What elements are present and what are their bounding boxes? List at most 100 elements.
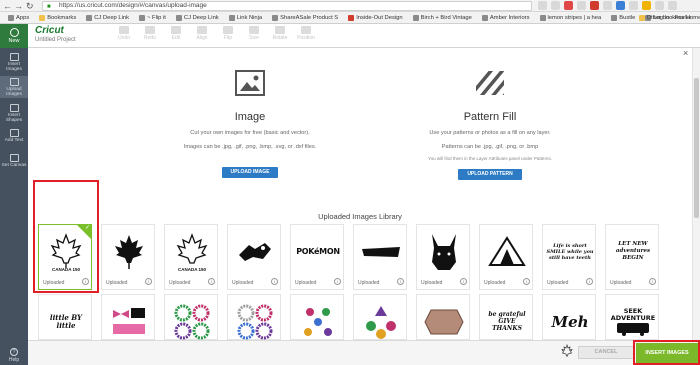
cricut-logo: Cricut: [35, 25, 64, 36]
library-item[interactable]: [416, 294, 470, 340]
library-item[interactable]: Uploaded i: [353, 224, 407, 290]
extension-icon[interactable]: [616, 1, 625, 10]
bookmark-item[interactable]: Amber Interiors: [477, 12, 535, 24]
bookmark-item[interactable]: Apps: [3, 12, 34, 24]
sidebar-item-upload-images[interactable]: Upload Images: [0, 76, 28, 98]
item-caption: Uploaded: [169, 280, 191, 286]
wreath-graphic: [237, 304, 273, 339]
library-item[interactable]: [227, 294, 281, 340]
redo-button[interactable]: Redo: [141, 26, 159, 41]
info-icon[interactable]: i: [334, 278, 341, 285]
edit-icon: [171, 26, 181, 34]
sidebar-item-add-text[interactable]: Add Text: [0, 127, 28, 149]
bookmark-label: ~ Flip it: [147, 14, 166, 21]
library-item[interactable]: Life is short SMILE while you still have…: [542, 224, 596, 290]
library-item[interactable]: SEEK ADVENTURE: [605, 294, 659, 340]
info-icon[interactable]: i: [523, 278, 530, 285]
upload-image-button[interactable]: UPLOAD IMAGE: [221, 167, 279, 178]
script-text: Life is short SMILE while you still have…: [546, 242, 594, 261]
project-title: Untitled Project: [35, 37, 76, 43]
size-button[interactable]: Size: [245, 26, 263, 41]
extension-icon[interactable]: [655, 1, 664, 10]
info-icon[interactable]: i: [586, 278, 593, 285]
close-icon[interactable]: ×: [683, 48, 688, 58]
other-bookmarks[interactable]: Other bookmarks: [634, 12, 696, 24]
info-icon[interactable]: i: [271, 278, 278, 285]
library-item[interactable]: be grateful GIVE THANKS: [479, 294, 533, 340]
script-text-thumb: Life is short SMILE while you still have…: [546, 228, 594, 275]
bookmark-item[interactable]: Birch + Bird Vintage: [408, 12, 477, 24]
cancel-button[interactable]: CANCEL: [578, 346, 634, 359]
pinterest-icon[interactable]: [564, 1, 573, 10]
position-button[interactable]: Position: [297, 26, 315, 41]
bookmark-label: Apps: [16, 14, 30, 21]
extension-icon[interactable]: [590, 1, 599, 10]
library-item[interactable]: Uploaded i: [479, 224, 533, 290]
library-item[interactable]: CANADA 150 Uploaded i: [164, 224, 218, 290]
flip-button[interactable]: Flip: [219, 26, 237, 41]
sidebar-item-label: Add Text: [4, 138, 24, 143]
oval-stamp-thumb: [420, 298, 468, 345]
extension-icon[interactable]: [642, 1, 651, 10]
extension-icon[interactable]: [551, 1, 560, 10]
redo-icon: [145, 26, 155, 34]
sidebar-item-set-canvas[interactable]: Set Canvas: [0, 152, 28, 174]
reload-icon[interactable]: ↻: [26, 1, 34, 11]
bookmark-favicon: [228, 14, 235, 21]
library-item[interactable]: little BY little: [38, 294, 92, 340]
script-text-thumb: Meh: [546, 298, 594, 345]
library-item[interactable]: POKéMON Uploaded i: [290, 224, 344, 290]
bookmark-favicon: [539, 14, 546, 21]
pattern-icon: [476, 71, 504, 95]
bookmark-item[interactable]: lemon stripes | a hea: [535, 12, 607, 24]
align-button[interactable]: Align: [193, 26, 211, 41]
library-item[interactable]: [353, 294, 407, 340]
shapes-icon: [9, 104, 19, 112]
bookmark-item[interactable]: Inside-Out Design: [343, 12, 407, 24]
extension-icon[interactable]: [603, 1, 612, 10]
library-item[interactable]: [101, 294, 155, 340]
info-icon[interactable]: i: [145, 278, 152, 285]
library-item[interactable]: Uploaded i: [101, 224, 155, 290]
bookmark-item[interactable]: ~ Flip it: [134, 12, 171, 24]
back-icon[interactable]: ←: [3, 1, 12, 11]
library-item[interactable]: LET NEW adventures BEGIN Uploaded i: [605, 224, 659, 290]
library-item[interactable]: [164, 294, 218, 340]
menu-icon[interactable]: [668, 1, 677, 10]
bookmark-label: CJ Deep Link: [94, 14, 130, 21]
forward-icon[interactable]: →: [14, 1, 23, 11]
info-icon[interactable]: i: [460, 278, 467, 285]
scrollbar-thumb[interactable]: [694, 78, 699, 218]
library-item[interactable]: [290, 294, 344, 340]
tool-label: Undo: [118, 35, 130, 41]
bookmark-item[interactable]: CJ Deep Link: [81, 12, 134, 24]
sidebar-item-insert-images[interactable]: Insert Images: [0, 51, 28, 73]
extension-icon[interactable]: [577, 1, 586, 10]
info-icon[interactable]: i: [397, 278, 404, 285]
extension-icon[interactable]: [629, 1, 638, 10]
help-button[interactable]: ? Help: [0, 348, 28, 363]
bows-thumb: [105, 298, 153, 345]
undo-icon: [119, 26, 129, 34]
scrollbar[interactable]: [692, 48, 700, 340]
bookmark-item[interactable]: CJ Deep Link: [171, 12, 224, 24]
library-item[interactable]: Uploaded i: [227, 224, 281, 290]
extension-icons: [538, 1, 698, 11]
info-icon[interactable]: i: [208, 278, 215, 285]
bookmark-item[interactable]: Link Ninja: [224, 12, 267, 24]
bookmark-item[interactable]: ShareASale Product S: [267, 12, 343, 24]
address-bar[interactable]: ■ https://us.cricut.com/design/#/canvas/…: [42, 1, 532, 11]
rotate-button[interactable]: Rotate: [271, 26, 289, 41]
edit-button[interactable]: Edit: [167, 26, 185, 41]
library-item[interactable]: Uploaded i: [416, 224, 470, 290]
sidebar-item-insert-shapes[interactable]: Insert Shapes: [0, 102, 28, 124]
info-icon[interactable]: i: [649, 278, 656, 285]
upload-pattern-button[interactable]: UPLOAD PATTERN: [458, 169, 522, 180]
new-button[interactable]: New: [0, 24, 28, 48]
library-item[interactable]: Meh: [542, 294, 596, 340]
pokemon-logo-graphic: [362, 246, 400, 257]
undo-button[interactable]: Undo: [115, 26, 133, 41]
bookmark-item[interactable]: Bookmarks: [34, 12, 81, 24]
bookmark-favicon: [481, 14, 488, 21]
extension-icon[interactable]: [538, 1, 547, 10]
